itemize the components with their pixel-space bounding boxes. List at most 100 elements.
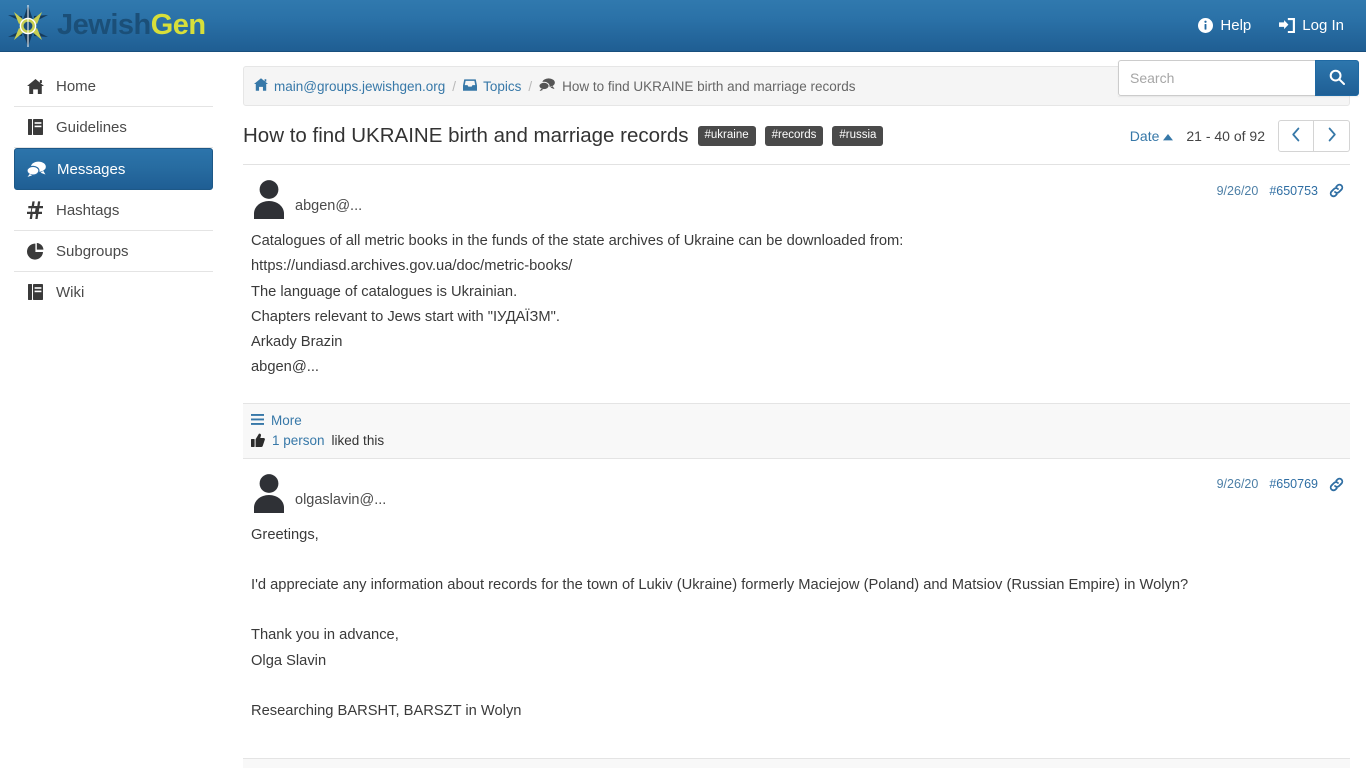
user-avatar-icon	[251, 179, 287, 219]
breadcrumb-separator: /	[528, 78, 533, 94]
sidebar-item-label: Hashtags	[56, 201, 120, 219]
navbar-right: Help Log In	[1198, 17, 1344, 34]
message-line: The language of catalogues is Ukrainian.	[251, 283, 518, 300]
search-input[interactable]	[1118, 60, 1315, 96]
jewishgen-star-logo-icon	[6, 3, 50, 49]
sidebar-item-label: Messages	[57, 160, 126, 178]
sidebar-item-subgroups[interactable]: Subgroups	[14, 231, 213, 272]
message-line: Researching BARSHT, BARSZT in Wolyn	[251, 702, 522, 719]
breadcrumb-topics-label: Topics	[483, 78, 522, 94]
message-date: 9/26/20	[1216, 477, 1259, 492]
breadcrumb-current: How to find UKRAINE birth and marriage r…	[538, 78, 856, 94]
pagination-controls	[1278, 120, 1350, 152]
pie-chart-icon	[26, 242, 45, 260]
jewishgen-star-logo-svg	[8, 4, 48, 47]
message-meta: 9/26/20 #650753	[1217, 179, 1344, 198]
liked-row: 1 person liked this	[251, 433, 1342, 448]
result-range: 21 - 40 of 92	[1186, 128, 1265, 144]
sort-by-date-button[interactable]: Date	[1130, 128, 1174, 144]
info-circle-icon	[1198, 18, 1214, 33]
topic-controls: Date 21 - 40 of 92	[1130, 120, 1350, 152]
more-label: More	[271, 412, 302, 428]
message-body: Catalogues of all metric books in the fu…	[243, 219, 1350, 381]
sidebar-item-label: Home	[56, 77, 97, 95]
sidebar-item-messages[interactable]: Messages	[14, 148, 213, 190]
login-label: Log In	[1302, 17, 1344, 34]
help-link[interactable]: Help	[1198, 17, 1251, 34]
message-line: Chapters relevant to Jews start with "ІУ…	[251, 308, 560, 325]
message-id-link[interactable]: #650753	[1269, 184, 1318, 198]
help-label: Help	[1220, 17, 1252, 34]
message-header: abgen@... 9/26/20 #650753	[243, 171, 1350, 219]
page-body: Home Guidelines Messages Hashtags Subgro	[0, 52, 1366, 768]
message-line: Catalogues of all metric books in the fu…	[251, 233, 904, 249]
sort-label: Date	[1129, 128, 1160, 144]
link-icon[interactable]	[1329, 477, 1344, 492]
message-header: olgaslavin@... 9/26/20 #650769	[243, 465, 1350, 513]
message-item: olgaslavin@... 9/26/20 #650769 Greetings…	[243, 459, 1350, 768]
message-item: abgen@... 9/26/20 #650753 Catalogues of …	[243, 165, 1350, 459]
login-link[interactable]: Log In	[1279, 17, 1344, 34]
topic-title-group: How to find UKRAINE birth and marriage r…	[243, 124, 884, 148]
message-blank-line	[251, 548, 1342, 573]
book-icon	[26, 119, 45, 135]
top-navbar: JewishGen Help Log In	[0, 0, 1366, 52]
sidebar-item-label: Guidelines	[56, 118, 127, 136]
message-author: olgaslavin@...	[251, 473, 386, 513]
bars-icon	[251, 413, 264, 428]
link-icon[interactable]	[1329, 183, 1344, 198]
message-blank-line	[251, 674, 1342, 699]
breadcrumb-topics-link[interactable]: Topics	[463, 79, 521, 94]
hashtag-icon	[26, 201, 45, 219]
message-line: https://undiasd.archives.gov.ua/doc/metr…	[251, 258, 573, 275]
search-button[interactable]	[1315, 60, 1359, 96]
search-box	[1118, 60, 1359, 96]
message-line: Thank you in advance,	[251, 627, 399, 644]
sidebar-item-wiki[interactable]: Wiki	[14, 272, 213, 313]
hashtag-chip[interactable]: #ukraine	[697, 125, 756, 147]
message-line: I'd appreciate any information about rec…	[251, 576, 1189, 593]
sidebar-item-guidelines[interactable]: Guidelines	[14, 107, 213, 148]
brand-logo-link[interactable]: JewishGen	[6, 3, 206, 49]
brand-text-first: Jewish	[57, 9, 151, 41]
sidebar-item-home[interactable]: Home	[14, 66, 213, 107]
brand-text: JewishGen	[57, 11, 206, 40]
hashtag-chip[interactable]: #records	[764, 125, 824, 147]
message-line: abgen@...	[251, 359, 319, 376]
message-author: abgen@...	[251, 179, 362, 219]
previous-page-button[interactable]	[1278, 120, 1314, 152]
book-icon	[26, 284, 45, 300]
more-button[interactable]: More	[251, 413, 302, 428]
search-icon	[1329, 69, 1345, 88]
message-blank-line	[251, 598, 1342, 623]
main-content: main@groups.jewishgen.org / Topics / How…	[227, 52, 1366, 768]
hashtag-chip[interactable]: #russia	[832, 125, 884, 147]
message-line: Greetings,	[251, 526, 319, 543]
like-count-link[interactable]: 1 person	[272, 433, 325, 448]
sign-in-icon	[1279, 18, 1296, 33]
thumbs-up-icon	[251, 433, 265, 448]
sidebar-item-label: Wiki	[56, 283, 85, 301]
next-page-button[interactable]	[1314, 120, 1350, 152]
user-avatar-icon	[251, 473, 287, 513]
message-footer: More 1 person liked this	[243, 402, 1350, 459]
author-name: olgaslavin@...	[295, 491, 387, 508]
message-body: Greetings, I'd appreciate any informatio…	[243, 513, 1350, 724]
breadcrumb: main@groups.jewishgen.org / Topics / How…	[254, 78, 855, 94]
page-title: How to find UKRAINE birth and marriage r…	[243, 124, 689, 147]
message-footer: More	[243, 758, 1350, 768]
caret-up-icon	[1163, 128, 1174, 144]
message-id-link[interactable]: #650769	[1269, 477, 1318, 491]
breadcrumb-current-label: How to find UKRAINE birth and marriage r…	[562, 78, 856, 94]
sidebar-item-hashtags[interactable]: Hashtags	[14, 190, 213, 231]
chevron-left-icon	[1291, 127, 1301, 145]
breadcrumb-separator: /	[452, 78, 457, 94]
home-icon	[254, 78, 268, 94]
message-meta: 9/26/20 #650769	[1217, 473, 1344, 492]
comments-icon	[538, 78, 555, 94]
breadcrumb-bar: main@groups.jewishgen.org / Topics / How…	[243, 60, 1359, 106]
message-line: Olga Slavin	[251, 652, 327, 669]
breadcrumb-group-link[interactable]: main@groups.jewishgen.org	[254, 78, 445, 94]
message-date: 9/26/20	[1216, 183, 1259, 198]
